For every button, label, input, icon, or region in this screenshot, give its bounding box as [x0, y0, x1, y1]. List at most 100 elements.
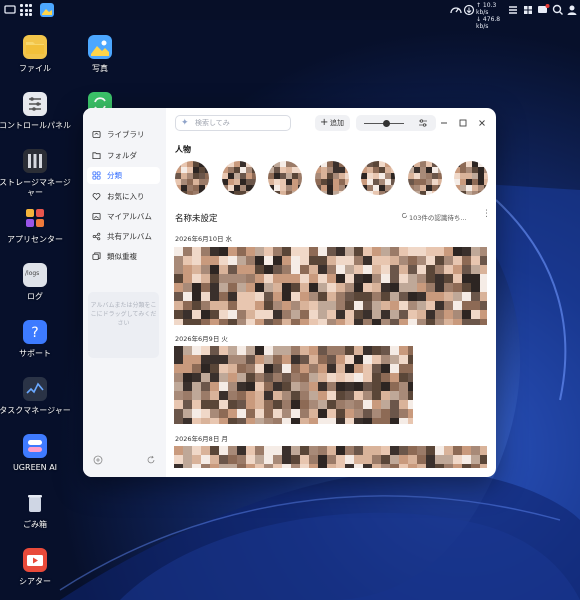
add-label: 追加 — [330, 119, 344, 127]
desktop-icon-control-panel[interactable]: コントロールパネル — [0, 92, 72, 131]
photos-taskbar-icon[interactable] — [40, 3, 54, 17]
task-manager-icon — [23, 377, 47, 401]
person-avatar[interactable] — [268, 161, 302, 195]
sidebar: ライブラリ フォルダ 分類 お気に入り マイアルバム 共有アルバム 類似重複 ア… — [83, 108, 166, 477]
desktop-icon-theater[interactable]: シアター — [0, 548, 72, 587]
desktop-icon-task-manager[interactable]: タスクマネージャー — [0, 377, 72, 416]
zoom-slider[interactable] — [356, 115, 436, 131]
app-grid-icon[interactable] — [20, 4, 32, 16]
svg-text:?: ? — [31, 325, 38, 341]
desktop-icon-photos[interactable]: 写真 — [63, 35, 137, 74]
ugreen-ai-icon — [23, 434, 47, 458]
sidebar-item-folder[interactable]: フォルダ — [87, 147, 160, 164]
download-speed: ↓ 476.8 kb/s — [476, 16, 501, 30]
search-input[interactable]: ✦ 検索してみ — [175, 115, 291, 131]
list-icon[interactable] — [506, 3, 520, 17]
menu-icon[interactable] — [3, 3, 17, 17]
folder-icon — [92, 152, 101, 160]
control-panel-icon — [23, 92, 47, 116]
person-avatar[interactable] — [221, 161, 256, 195]
plus-icon: + — [320, 117, 329, 128]
group-date: 2026年6月10日 水 — [175, 235, 233, 243]
theater-icon — [23, 548, 47, 572]
sidebar-item-label: マイアルバム — [107, 212, 152, 221]
sidebar-item-library[interactable]: ライブラリ — [87, 126, 160, 143]
trash-icon — [23, 491, 47, 515]
album-icon — [92, 212, 101, 221]
sidebar-item-label: ライブラリ — [107, 130, 145, 139]
sidebar-item-favorites[interactable]: お気に入り — [87, 188, 160, 205]
unnamed-title: 名称未設定 — [175, 214, 218, 224]
sidebar-item-label: お気に入り — [107, 192, 145, 201]
sidebar-item-shared-album[interactable]: 共有アルバム — [87, 228, 160, 245]
person-avatar[interactable] — [175, 161, 209, 195]
network-speed: ↑ 10.3 kb/s ↓ 476.8 kb/s — [476, 2, 504, 30]
desktop-icon-logs[interactable]: /logs ログ — [0, 263, 72, 302]
more-icon[interactable]: ⋮ — [482, 209, 491, 219]
desktop-icon-label: ファイル — [19, 64, 51, 73]
close-icon[interactable] — [478, 119, 486, 127]
desktop-icon-support[interactable]: ? サポート — [0, 320, 72, 359]
desktop-icon-label: サポート — [19, 349, 51, 358]
person-avatar[interactable] — [407, 161, 442, 195]
drop-hint: アルバムまたは分類をここにドラッグしてみください — [90, 302, 157, 327]
maximize-icon[interactable] — [459, 119, 467, 127]
duplicate-icon — [92, 252, 101, 261]
person-avatar[interactable] — [314, 161, 349, 195]
desktop-icon-label: ログ — [27, 292, 43, 301]
photo-grid[interactable] — [174, 346, 413, 424]
desktop-icon-label: タスクマネージャー — [0, 406, 71, 415]
notification-icon[interactable] — [536, 3, 550, 17]
desktop-icon-trash[interactable]: ごみ箱 — [0, 491, 72, 530]
app-center-icon — [23, 206, 47, 230]
group-date: 2026年6月9日 火 — [175, 335, 228, 343]
sidebar-item-label: 類似重複 — [107, 252, 137, 261]
desktop-icon-files[interactable]: ファイル — [0, 35, 72, 74]
sidebar-item-label: フォルダ — [107, 151, 137, 160]
desktop-icon-label: ごみ箱 — [23, 520, 47, 529]
refresh-icon[interactable] — [146, 455, 156, 465]
upload-speed: ↑ 10.3 kb/s — [476, 2, 497, 16]
filter-icon[interactable] — [418, 118, 428, 128]
person-avatar[interactable] — [454, 161, 488, 195]
sidebar-item-label: 分類 — [107, 171, 122, 180]
category-icon — [92, 171, 101, 180]
photo-grid[interactable] — [174, 247, 487, 325]
layout-icon[interactable] — [521, 3, 535, 17]
desktop-icon-app-center[interactable]: アプリセンター — [0, 206, 72, 245]
sidebar-item-my-album[interactable]: マイアルバム — [87, 208, 160, 225]
desktop-icon-ugreen-ai[interactable]: UGREEN AI — [0, 434, 72, 473]
sidebar-item-label: 共有アルバム — [107, 232, 152, 241]
share-icon — [92, 232, 101, 241]
photos-window: ライブラリ フォルダ 分類 お気に入り マイアルバム 共有アルバム 類似重複 ア… — [83, 108, 496, 477]
search-icon[interactable] — [551, 3, 565, 17]
folder-icon — [23, 35, 47, 59]
sidebar-item-duplicates[interactable]: 類似重複 — [87, 248, 160, 265]
sidebar-item-category[interactable]: 分類 — [87, 167, 160, 184]
desktop-icon-label: 写真 — [92, 64, 108, 73]
minimize-icon[interactable] — [440, 119, 448, 127]
desktop-icon-label: コントロールパネル — [0, 121, 71, 130]
recognition-text: 103件の認識待ち... — [409, 214, 467, 222]
library-icon — [92, 130, 101, 139]
loading-icon — [401, 212, 408, 219]
zoom-knob[interactable] — [382, 119, 390, 127]
photo-grid[interactable] — [174, 446, 487, 468]
user-icon[interactable] — [565, 3, 579, 17]
desktop-icon-label: シアター — [19, 577, 51, 586]
network-icon[interactable] — [462, 3, 476, 17]
logs-icon: /logs — [23, 263, 47, 287]
add-circle-icon[interactable] — [93, 455, 103, 465]
support-icon: ? — [23, 320, 47, 344]
recognition-status: 103件の認識待ち... — [401, 212, 467, 222]
add-button[interactable]: + 追加 — [315, 115, 350, 131]
people-title: 人物 — [175, 145, 191, 154]
desktop-icon-label: ストレージマネージャー — [0, 178, 71, 197]
album-drop-zone[interactable]: アルバムまたは分類をここにドラッグしてみください — [88, 292, 159, 358]
person-avatar[interactable] — [361, 161, 395, 195]
desktop-icon-storage[interactable]: ストレージマネージャー — [0, 149, 72, 198]
photos-icon — [88, 35, 112, 59]
taskbar-top: ↑ 10.3 kb/s ↓ 476.8 kb/s — [0, 0, 580, 30]
speedometer-icon[interactable] — [449, 3, 463, 17]
desktop-icon-label: UGREEN AI — [12, 463, 58, 472]
